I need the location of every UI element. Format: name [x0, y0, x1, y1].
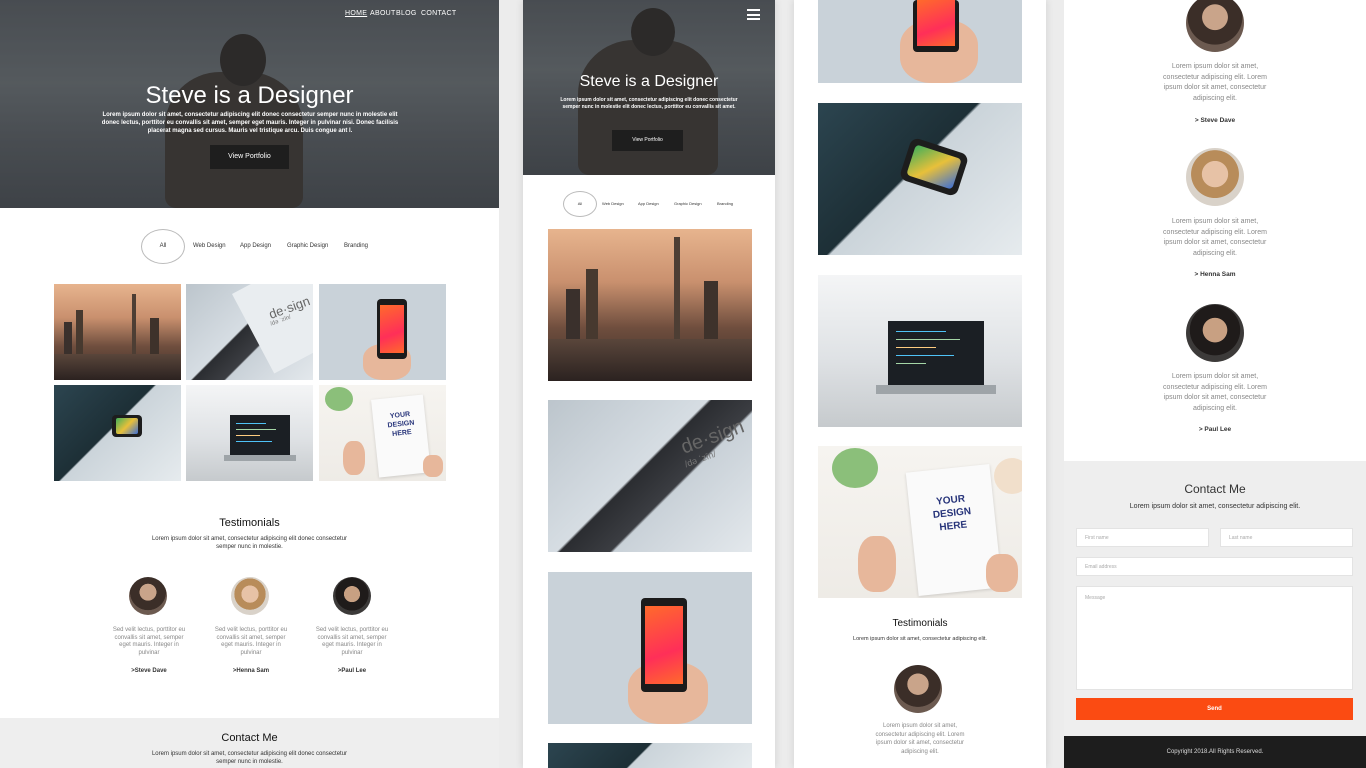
filter-web-design[interactable]: Web Design — [602, 201, 624, 206]
filter-all[interactable]: All — [141, 229, 185, 264]
filter-graphic-design[interactable]: Graphic Design — [287, 243, 328, 249]
contact-intro: Lorem ipsum dolor sit amet, consectetur … — [151, 751, 348, 765]
portfolio-item-city[interactable] — [548, 229, 752, 381]
testimonial-quote: Lorem ipsum dolor sit amet, consectetur … — [1163, 63, 1267, 102]
portfolio-item-watch[interactable] — [818, 103, 1022, 255]
desktop-preview: HOME ABOUT BLOG CONTACT Steve is a Desig… — [0, 0, 499, 768]
testimonial-quote: Lorem ipsum dolor sit amet, consectetur … — [875, 723, 965, 755]
portfolio-item-laptop[interactable] — [186, 385, 313, 481]
portfolio-item-design[interactable]: de·sign /də ˈzīn/ — [186, 284, 313, 380]
avatar-steve — [129, 577, 167, 615]
mobile-preview-top: Steve is a Designer Lorem ipsum dolor si… — [523, 0, 775, 768]
hero-subtitle: Lorem ipsum dolor sit amet, consectetur … — [560, 97, 738, 110]
testimonial-quote: Sed velit lectus, porttitor eu convallis… — [315, 627, 389, 656]
mockup-your-design-here: YOUR DESIGN HERE — [387, 411, 415, 438]
testimonials-title: Testimonials — [892, 618, 948, 629]
hero-title: Steve is a Designer — [145, 82, 354, 109]
filter-branding[interactable]: Branding — [717, 201, 733, 206]
portfolio-item-notebook[interactable]: YOUR DESIGN HERE — [818, 446, 1022, 598]
testimonial-quote: Sed velit lectus, porttitor eu convallis… — [112, 627, 186, 656]
testimonials-intro: Lorem ipsum dolor sit amet, consectetur … — [853, 636, 987, 642]
testimonial-quote: Sed velit lectus, porttitor eu convallis… — [214, 627, 288, 656]
filter-branding[interactable]: Branding — [344, 243, 368, 249]
filter-all[interactable]: All — [563, 191, 597, 217]
nav-home[interactable]: HOME — [345, 10, 367, 17]
last-name-field[interactable]: Last name — [1220, 528, 1353, 547]
avatar-paul — [1186, 304, 1244, 362]
hero-title: Steve is a Designer — [579, 73, 719, 90]
view-portfolio-button[interactable]: View Portfolio — [612, 130, 683, 151]
avatar-henna — [1186, 148, 1244, 206]
portfolio-item-phone[interactable] — [818, 0, 1022, 83]
portfolio-item-phone[interactable] — [548, 572, 752, 724]
portfolio-item-watch[interactable] — [54, 385, 181, 481]
first-name-field[interactable]: First name — [1076, 528, 1209, 547]
mobile-preview-middle: YOUR DESIGN HERE Testimonials Lorem ipsu… — [794, 0, 1046, 768]
avatar-steve — [894, 665, 942, 713]
contact-title: Contact Me — [1184, 482, 1246, 496]
nav-blog[interactable]: BLOG — [396, 10, 417, 17]
send-button[interactable]: Send — [1076, 698, 1353, 720]
nav-contact[interactable]: CONTACT — [421, 10, 456, 17]
testimonial-name: >Steve Dave — [131, 668, 167, 674]
testimonial-name: >Paul Lee — [337, 668, 367, 674]
portfolio-item-phone[interactable] — [319, 284, 446, 380]
testimonials-title: Testimonials — [219, 517, 280, 529]
avatar-steve — [1186, 0, 1244, 52]
testimonial-quote: Lorem ipsum dolor sit amet, consectetur … — [1163, 218, 1267, 257]
contact-section: Contact Me Lorem ipsum dolor sit amet, c… — [0, 718, 499, 768]
filter-app-design[interactable]: App Design — [240, 243, 271, 249]
testimonial-name: > Steve Dave — [1194, 117, 1236, 124]
filter-app-design[interactable]: App Design — [638, 201, 659, 206]
mobile-preview-bottom: Lorem ipsum dolor sit amet, consectetur … — [1064, 0, 1366, 768]
portfolio-item-laptop[interactable] — [818, 275, 1022, 427]
footer-copyright: Copyright 2018.All Rights Reserved. — [1064, 736, 1366, 768]
nav-about[interactable]: ABOUT — [370, 10, 396, 17]
portfolio-item-city[interactable] — [54, 284, 181, 380]
testimonial-quote: Lorem ipsum dolor sit amet, consectetur … — [1163, 373, 1267, 412]
contact-title: Contact Me — [221, 732, 278, 744]
testimonials-intro: Lorem ipsum dolor sit amet, consectetur … — [151, 536, 348, 550]
portfolio-item-notebook[interactable]: YOUR DESIGN HERE — [319, 385, 446, 481]
contact-section: Contact Me Lorem ipsum dolor sit amet, c… — [1064, 461, 1366, 736]
avatar-henna — [231, 577, 269, 615]
hamburger-menu-icon[interactable] — [747, 9, 760, 20]
message-field[interactable]: Message — [1076, 586, 1353, 690]
testimonial-name: > Henna Sam — [1194, 271, 1236, 278]
view-portfolio-button[interactable]: View Portfolio — [210, 145, 289, 169]
filter-graphic-design[interactable]: Graphic Design — [674, 201, 702, 206]
filter-web-design[interactable]: Web Design — [193, 243, 226, 249]
portfolio-item-watch[interactable] — [548, 743, 752, 768]
mockup-your-design-here: YOUR DESIGN HERE — [932, 493, 972, 534]
hero-subtitle: Lorem ipsum dolor sit amet, consectetur … — [101, 112, 399, 134]
portfolio-item-design[interactable]: de·sign /də ˈzīn/ — [548, 400, 752, 552]
email-field[interactable]: Email address — [1076, 557, 1353, 576]
testimonial-name: >Henna Sam — [232, 668, 270, 674]
contact-intro: Lorem ipsum dolor sit amet, consectetur … — [1129, 503, 1301, 510]
testimonial-name: > Paul Lee — [1198, 426, 1232, 433]
avatar-paul — [333, 577, 371, 615]
